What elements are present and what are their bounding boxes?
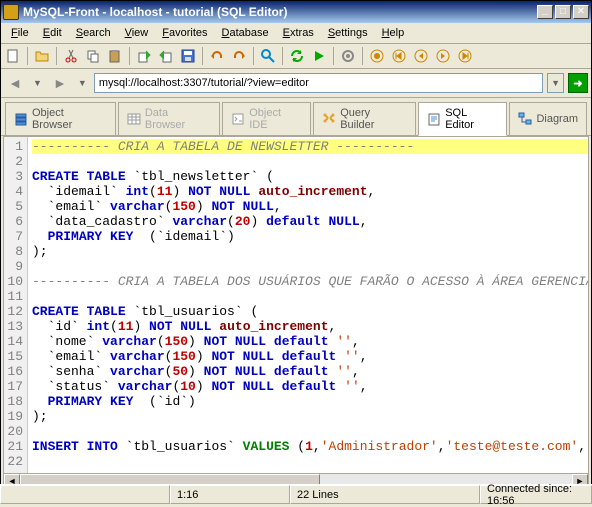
tab-label: Data Browser [145, 107, 211, 131]
tab-object-ide: Object IDE [222, 102, 311, 135]
minimize-button[interactable]: _ [537, 5, 553, 19]
cut-button[interactable] [61, 46, 81, 66]
code-line[interactable]: `email` varchar(150) NOT NULL default ''… [32, 349, 588, 364]
code-line[interactable]: ); [32, 244, 588, 259]
code-line[interactable] [32, 289, 588, 304]
run-button[interactable] [309, 46, 329, 66]
data-browser-icon [127, 112, 141, 126]
status-cursor: 1:16 [170, 485, 290, 504]
menu-file[interactable]: File [5, 25, 35, 41]
open-button[interactable] [32, 46, 52, 66]
code-line[interactable]: ---------- CRIA A TABELA DOS USUÁRIOS QU… [32, 274, 588, 289]
code-line[interactable] [32, 454, 588, 469]
status-connected: Connected since: 16:56 [480, 485, 592, 504]
code-line[interactable]: CREATE TABLE `tbl_usuarios` ( [32, 304, 588, 319]
code-line[interactable]: INSERT INTO `tbl_usuarios` VALUES (1,'Ad… [32, 439, 588, 454]
object-browser-icon [14, 112, 28, 126]
find-button[interactable] [258, 46, 278, 66]
query-builder-icon [322, 112, 336, 126]
tab-label: Query Builder [340, 107, 407, 131]
menu-database[interactable]: Database [216, 25, 275, 41]
next-button[interactable] [433, 46, 453, 66]
tab-label: Diagram [536, 113, 578, 125]
nav-forward-dropdown[interactable]: ▼ [75, 78, 90, 88]
tab-object-browser[interactable]: Object Browser [5, 102, 116, 135]
tab-sql-editor[interactable]: SQL Editor [418, 102, 507, 136]
record-button[interactable] [367, 46, 387, 66]
menu-extras[interactable]: Extras [277, 25, 320, 41]
code-line[interactable]: `senha` varchar(50) NOT NULL default '', [32, 364, 588, 379]
sql-editor[interactable]: 12345678910111213141516171819202122 ----… [3, 136, 589, 474]
tab-label: Object IDE [249, 107, 302, 131]
tab-data-browser: Data Browser [118, 102, 220, 135]
paste-button[interactable] [105, 46, 125, 66]
nav-forward-button[interactable]: ► [49, 72, 71, 94]
nav-back-dropdown[interactable]: ▼ [30, 78, 45, 88]
redo-button[interactable] [229, 46, 249, 66]
code-line[interactable]: ---------- CRIA A TABELA DE NEWSLETTER -… [32, 139, 588, 154]
tab-diagram[interactable]: Diagram [509, 102, 587, 135]
address-dropdown[interactable]: ▼ [547, 73, 564, 93]
line-gutter: 12345678910111213141516171819202122 [4, 137, 28, 473]
code-line[interactable] [32, 424, 588, 439]
menu-search[interactable]: Search [70, 25, 117, 41]
menubar: FileEditSearchViewFavoritesDatabaseExtra… [1, 23, 591, 44]
close-button[interactable]: ✕ [573, 5, 589, 19]
save-button[interactable] [178, 46, 198, 66]
titlebar[interactable]: MySQL-Front - localhost - tutorial (SQL … [1, 1, 591, 23]
window-title: MySQL-Front - localhost - tutorial (SQL … [23, 5, 537, 19]
code-line[interactable]: `status` varchar(10) NOT NULL default ''… [32, 379, 588, 394]
statusbar: 1:16 22 Lines Connected since: 16:56 [0, 484, 592, 504]
prev-button[interactable] [411, 46, 431, 66]
menu-edit[interactable]: Edit [37, 25, 68, 41]
code-area[interactable]: ---------- CRIA A TABELA DE NEWSLETTER -… [28, 137, 588, 473]
undo-button[interactable] [207, 46, 227, 66]
status-empty [0, 485, 170, 504]
maximize-button[interactable]: □ [555, 5, 571, 19]
code-line[interactable] [32, 154, 588, 169]
code-line[interactable] [32, 259, 588, 274]
go-button[interactable]: ➜ [568, 73, 588, 93]
object-ide-icon [231, 112, 245, 126]
status-lines: 22 Lines [290, 485, 480, 504]
code-line[interactable]: `id` int(11) NOT NULL auto_increment, [32, 319, 588, 334]
menu-settings[interactable]: Settings [322, 25, 374, 41]
import-button[interactable] [134, 46, 154, 66]
first-button[interactable] [389, 46, 409, 66]
nav-back-button[interactable]: ◄ [4, 72, 26, 94]
code-line[interactable]: `nome` varchar(150) NOT NULL default '', [32, 334, 588, 349]
sql-editor-icon [427, 112, 441, 126]
menu-help[interactable]: Help [376, 25, 411, 41]
refresh-button[interactable] [287, 46, 307, 66]
code-line[interactable]: `idemail` int(11) NOT NULL auto_incremen… [32, 184, 588, 199]
last-button[interactable] [455, 46, 475, 66]
tab-label: Object Browser [32, 107, 107, 131]
code-line[interactable]: ); [32, 409, 588, 424]
code-line[interactable]: `data_cadastro` varchar(20) default NULL… [32, 214, 588, 229]
tab-query-builder[interactable]: Query Builder [313, 102, 416, 135]
menu-favorites[interactable]: Favorites [156, 25, 213, 41]
menu-view[interactable]: View [119, 25, 155, 41]
new-button[interactable] [3, 46, 23, 66]
address-bar: ◄ ▼ ► ▼ ▼ ➜ [1, 69, 591, 98]
diagram-icon [518, 112, 532, 126]
app-icon [3, 4, 19, 20]
main-toolbar [1, 44, 591, 69]
code-line[interactable]: CREATE TABLE `tbl_newsletter` ( [32, 169, 588, 184]
settings-button[interactable] [338, 46, 358, 66]
address-input[interactable] [94, 73, 543, 93]
code-line[interactable]: PRIMARY KEY (`id`) [32, 394, 588, 409]
code-line[interactable]: PRIMARY KEY (`idemail`) [32, 229, 588, 244]
copy-button[interactable] [83, 46, 103, 66]
export-button[interactable] [156, 46, 176, 66]
view-tabs: Object Browser Data Browser Object IDE Quer… [1, 98, 591, 136]
tab-label: SQL Editor [445, 107, 498, 131]
code-line[interactable]: `email` varchar(150) NOT NULL, [32, 199, 588, 214]
